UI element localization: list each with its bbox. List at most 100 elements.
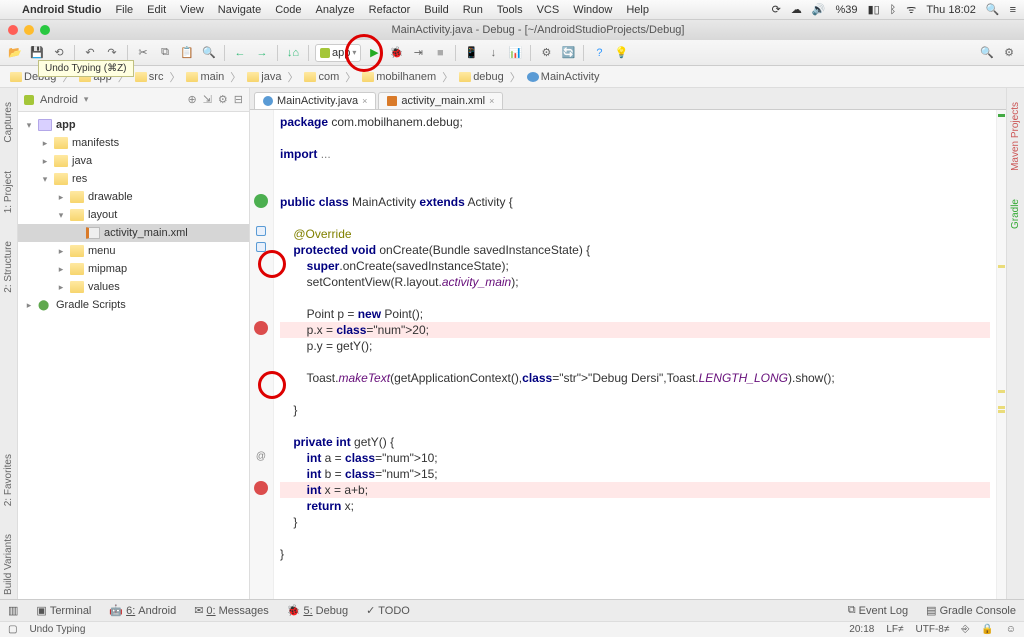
search-everywhere-button[interactable]: 🔍	[978, 44, 996, 62]
hide-icon[interactable]: ⊟	[234, 93, 243, 106]
menu-vcs[interactable]: VCS	[537, 4, 560, 16]
tab-activity-main-xml[interactable]: activity_main.xml ×	[378, 92, 503, 109]
crumb-main[interactable]: main	[182, 71, 228, 83]
override-gutter-icon[interactable]	[256, 226, 266, 236]
app-name[interactable]: Android Studio	[22, 4, 101, 16]
tree-item-gradle-scripts[interactable]: ▸Gradle Scripts	[18, 296, 249, 314]
lightbulb-button[interactable]: 💡	[612, 44, 630, 62]
crumb-src[interactable]: src	[131, 71, 168, 83]
volume-icon[interactable]: 🔊	[812, 3, 826, 16]
crumb-java[interactable]: java	[243, 71, 285, 83]
tree-item-layout[interactable]: ▾layout	[18, 206, 249, 224]
battery-icon[interactable]: ▮▯	[868, 3, 880, 16]
rail-captures[interactable]: Captures	[3, 98, 14, 147]
tree-item-values[interactable]: ▸values	[18, 278, 249, 296]
tab-android[interactable]: 🤖6: Android	[109, 604, 176, 617]
chevron-down-icon[interactable]: ▾	[84, 94, 89, 105]
tree-item-drawable[interactable]: ▸drawable	[18, 188, 249, 206]
back-button[interactable]: ←	[231, 44, 249, 62]
sync-icon[interactable]: ⟳	[772, 3, 781, 16]
help-button[interactable]: ?	[590, 44, 608, 62]
line-separator[interactable]: LF≠	[886, 624, 903, 635]
tree-item-menu[interactable]: ▸menu	[18, 242, 249, 260]
run-config-selector[interactable]: app ▾	[315, 44, 361, 62]
quick-panel-icon[interactable]: ▥	[8, 604, 18, 617]
project-view-selector[interactable]: Android	[40, 94, 78, 106]
wifi-icon[interactable]: ᯤ	[906, 2, 916, 17]
breakpoint-icon[interactable]	[254, 481, 268, 495]
menu-refactor[interactable]: Refactor	[369, 4, 411, 16]
crumb-debug[interactable]: debug	[455, 71, 508, 83]
tab-todo[interactable]: ✓TODO	[366, 604, 410, 617]
find-button[interactable]: 🔍	[200, 44, 218, 62]
tree-item-app[interactable]: ▾app	[18, 116, 249, 134]
close-tab-icon[interactable]: ×	[489, 96, 494, 106]
crumb-com[interactable]: com	[300, 71, 343, 83]
hector-icon[interactable]: ☺	[1006, 624, 1016, 635]
rail-build-variants[interactable]: Build Variants	[3, 530, 14, 599]
lock-icon[interactable]: 🔒	[981, 624, 993, 635]
caret-position[interactable]: 20:18	[849, 624, 874, 635]
hide-tool-windows-icon[interactable]: ▢	[8, 624, 17, 635]
sdk-button[interactable]: ↓	[484, 44, 502, 62]
stop-button[interactable]: ■	[431, 44, 449, 62]
menu-run[interactable]: Run	[463, 4, 483, 16]
tree-item-java[interactable]: ▸java	[18, 152, 249, 170]
forward-button[interactable]: →	[253, 44, 271, 62]
close-window-button[interactable]	[8, 25, 18, 35]
breakpoint-icon[interactable]	[254, 321, 268, 335]
make-button[interactable]: ↓⌂	[284, 44, 302, 62]
tree-item-manifests[interactable]: ▸manifests	[18, 134, 249, 152]
override-gutter-icon[interactable]	[256, 242, 266, 252]
menu-tools[interactable]: Tools	[497, 4, 523, 16]
rail-favorites[interactable]: 2: Favorites	[3, 450, 14, 510]
save-button[interactable]: 💾	[28, 44, 46, 62]
settings-icon[interactable]: ⚙	[1000, 44, 1018, 62]
error-stripe[interactable]	[996, 110, 1006, 599]
tab-terminal[interactable]: ▣Terminal	[36, 604, 91, 617]
redo-button[interactable]: ↷	[103, 44, 121, 62]
editor-gutter[interactable]: @	[250, 110, 274, 599]
sync-button[interactable]: ⟲	[50, 44, 68, 62]
tab-messages[interactable]: ✉0: Messages	[194, 604, 269, 617]
attach-debugger-button[interactable]: ⇥	[409, 44, 427, 62]
bluetooth-icon[interactable]: ᛒ	[890, 4, 897, 16]
cut-button[interactable]: ✂	[134, 44, 152, 62]
cloud-icon[interactable]: ☁	[791, 3, 802, 16]
insert-mode-icon[interactable]: ⎆	[961, 624, 969, 635]
debug-button[interactable]: 🐞	[387, 44, 405, 62]
undo-button[interactable]: ↶	[81, 44, 99, 62]
file-encoding[interactable]: UTF-8≠	[916, 624, 950, 635]
menu-analyze[interactable]: Analyze	[316, 4, 355, 16]
crumb-mobilhanem[interactable]: mobilhanem	[358, 71, 440, 83]
tab-gradle-console[interactable]: ▤Gradle Console	[926, 604, 1016, 617]
copy-button[interactable]: ⧉	[156, 44, 174, 62]
menu-help[interactable]: Help	[626, 4, 649, 16]
tree-item-activity_main-xml[interactable]: activity_main.xml	[18, 224, 249, 242]
menu-window[interactable]: Window	[573, 4, 612, 16]
paste-button[interactable]: 📋	[178, 44, 196, 62]
menu-edit[interactable]: Edit	[147, 4, 166, 16]
rail-structure[interactable]: 2: Structure	[3, 237, 14, 297]
open-button[interactable]: 📂	[6, 44, 24, 62]
project-tree[interactable]: ▾app▸manifests▸java▾res▸drawable▾layouta…	[18, 112, 249, 599]
rail-gradle[interactable]: Gradle	[1010, 195, 1021, 233]
menu-file[interactable]: File	[115, 4, 133, 16]
tab-main-activity[interactable]: MainActivity.java ×	[254, 92, 376, 109]
rail-maven[interactable]: Maven Projects	[1010, 98, 1021, 175]
avd-button[interactable]: 📱	[462, 44, 480, 62]
tree-item-mipmap[interactable]: ▸mipmap	[18, 260, 249, 278]
rail-project[interactable]: 1: Project	[3, 167, 14, 217]
sync-gradle-button[interactable]: 🔄	[559, 44, 577, 62]
gear-icon[interactable]: ⚙	[218, 93, 228, 106]
code-editor[interactable]: package com.mobilhanem.debug; import ...…	[274, 110, 996, 599]
crumb-class[interactable]: MainActivity	[523, 71, 604, 83]
menu-navigate[interactable]: Navigate	[218, 4, 261, 16]
minimize-window-button[interactable]	[24, 25, 34, 35]
collapse-all-icon[interactable]: ⇲	[203, 93, 212, 106]
run-button[interactable]: ▶	[365, 44, 383, 62]
tab-debug[interactable]: 🐞5: Debug	[287, 604, 348, 617]
clock[interactable]: Thu 18:02	[926, 4, 976, 16]
recursive-gutter-icon[interactable]: @	[255, 450, 267, 462]
menu-code[interactable]: Code	[275, 4, 301, 16]
